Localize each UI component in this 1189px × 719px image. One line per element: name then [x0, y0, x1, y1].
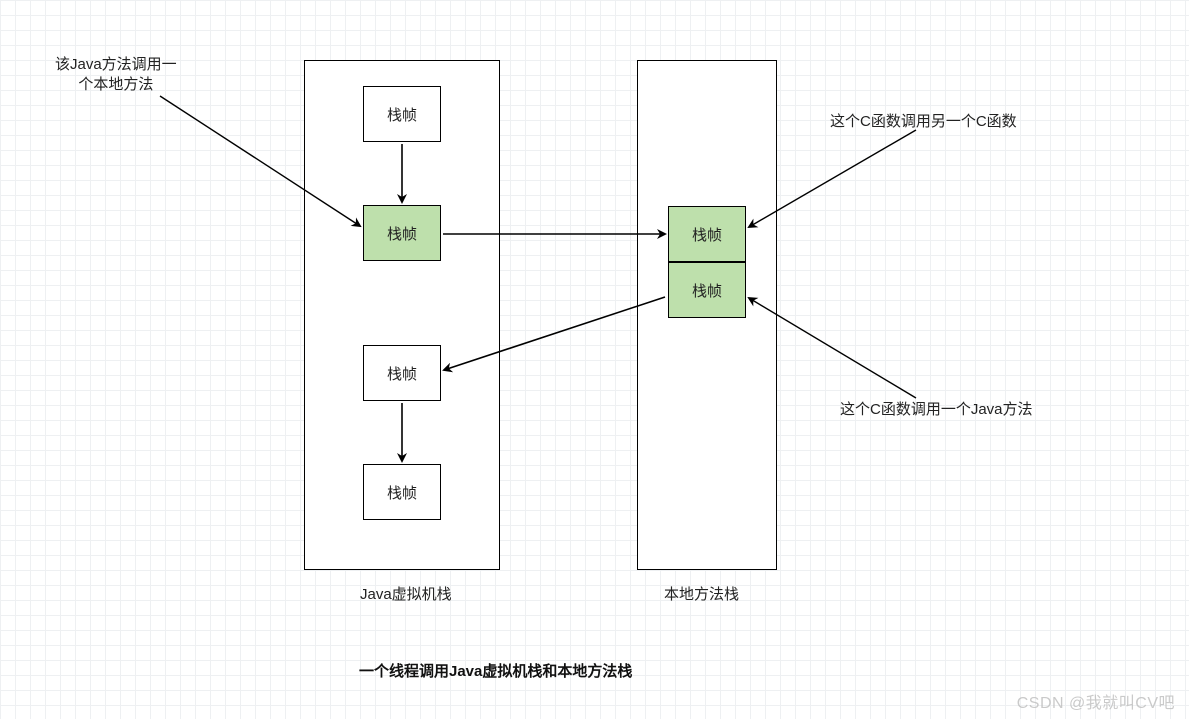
frame-label: 栈帧 [692, 280, 722, 301]
frame-label: 栈帧 [387, 104, 417, 125]
frame-label: 栈帧 [387, 482, 417, 503]
jvm-stack-label: Java虚拟机栈 [360, 585, 452, 605]
jvm-frame-3: 栈帧 [363, 345, 441, 401]
diagram-caption: 一个线程调用Java虚拟机栈和本地方法栈 [359, 660, 632, 681]
native-stack-label: 本地方法栈 [664, 585, 739, 605]
right-annotation-2: 这个C函数调用一个Java方法 [840, 400, 1033, 420]
native-frame-1: 栈帧 [668, 206, 746, 262]
native-frame-2: 栈帧 [668, 262, 746, 318]
jvm-frame-1: 栈帧 [363, 86, 441, 142]
frame-label: 栈帧 [387, 223, 417, 244]
arrows-layer [0, 0, 1189, 719]
frame-label: 栈帧 [692, 224, 722, 245]
watermark: CSDN @我就叫CV吧 [1017, 689, 1175, 713]
left-annotation: 该Java方法调用一 个本地方法 [55, 55, 177, 96]
right-annotation-1: 这个C函数调用另一个C函数 [830, 112, 1017, 132]
jvm-frame-2: 栈帧 [363, 205, 441, 261]
frame-label: 栈帧 [387, 363, 417, 384]
jvm-frame-4: 栈帧 [363, 464, 441, 520]
